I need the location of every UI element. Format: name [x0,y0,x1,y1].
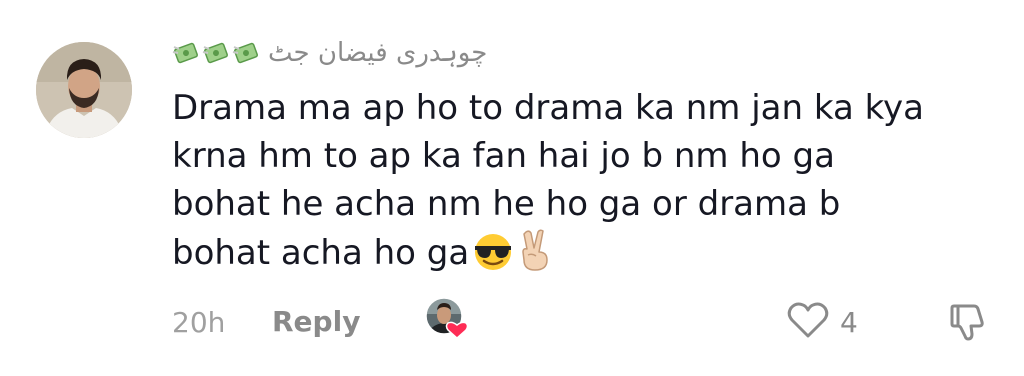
timestamp: 20h [172,306,226,339]
money-with-wings-icon [172,39,200,67]
username-row: چوہدری فیضان جٹ [172,30,487,76]
username[interactable]: چوہدری فیضان جٹ [268,38,487,68]
creator-liked-avatar [424,296,469,340]
dislike-button[interactable] [948,302,990,346]
like-count: 4 [840,305,858,339]
money-with-wings-icon [202,39,230,67]
comment-actions: 20h Reply 4 [172,297,1002,346]
victory-hand-icon [517,228,553,285]
comment-text-line-last: bohat acha ho ga [172,228,992,285]
money-with-wings-icon [232,39,260,67]
heart-badge-icon [445,321,469,340]
heart-outline-icon[interactable] [786,300,830,344]
comment-text-line: Drama ma ap ho to drama ka nm jan ka kya [172,88,925,128]
money-decoration [172,39,260,67]
avatar[interactable] [36,42,132,138]
comment-text-line: bohat he acha nm he ho ga or drama b [172,184,841,224]
smiling-face-with-sunglasses-icon [471,232,515,285]
comment-text-line: bohat acha ho ga [172,233,470,273]
reply-button[interactable]: Reply [272,305,360,338]
thumbs-down-icon[interactable] [948,304,990,346]
comment-text-line: krna hm to ap ka fan hai jo b nm ho ga [172,136,835,176]
comment-text: Drama ma ap ho to drama ka nm jan ka kya… [172,84,992,285]
like-button[interactable]: 4 [786,302,858,342]
comment-item: چوہدری فیضان جٹ Drama ma ap ho to drama … [0,0,1024,376]
